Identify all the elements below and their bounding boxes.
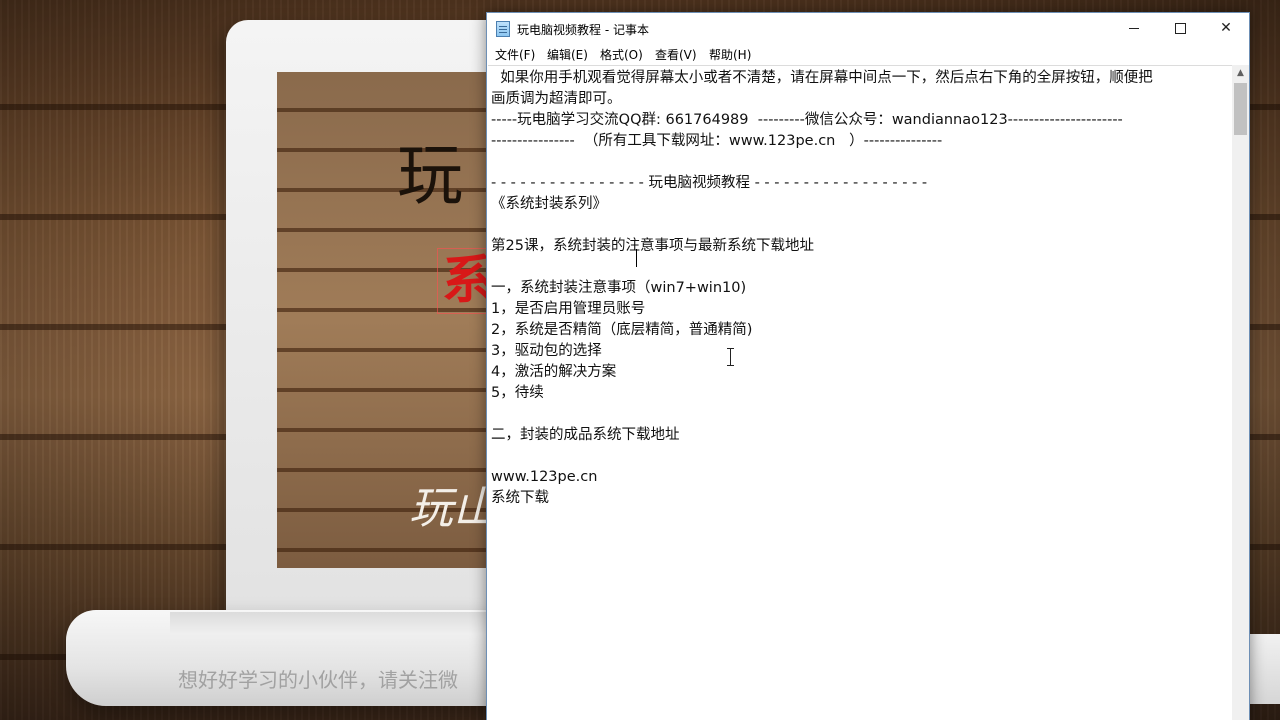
menu-file[interactable]: 文件(F) bbox=[495, 46, 535, 63]
text-caret bbox=[636, 249, 637, 267]
text-line: 4，激活的解决方案 bbox=[491, 364, 617, 380]
text-edit-area[interactable]: 如果你用手机观看觉得屏幕太小或者不清楚，请在屏幕中间点一下，然后点右下角的全屏按… bbox=[488, 65, 1232, 720]
menu-help[interactable]: 帮助(H) bbox=[709, 46, 751, 63]
window-title: 玩电脑视频教程 - 记事本 bbox=[517, 23, 649, 37]
text-line: 如果你用手机观看觉得屏幕太小或者不清楚，请在屏幕中间点一下，然后点右下角的全屏按… bbox=[491, 70, 1153, 86]
text-line: 一，系统封装注意事项（win7+win10) bbox=[491, 280, 747, 296]
text-line: 5，待续 bbox=[491, 385, 544, 401]
menu-view[interactable]: 查看(V) bbox=[655, 46, 697, 63]
laptop-screen-image: 玩 系 玩山 bbox=[277, 72, 497, 568]
menu-edit[interactable]: 编辑(E) bbox=[547, 46, 588, 63]
menu-bar: 文件(F) 编辑(E) 格式(O) 查看(V) 帮助(H) bbox=[487, 44, 1249, 65]
notepad-window: 玩电脑视频教程 - 记事本 ✕ 文件(F) 编辑(E) 格式(O) 查看(V) … bbox=[486, 12, 1250, 720]
minimize-button[interactable] bbox=[1111, 13, 1157, 44]
menu-format[interactable]: 格式(O) bbox=[600, 46, 643, 63]
mouse-ibeam-cursor-icon bbox=[726, 348, 735, 366]
title-bar[interactable]: 玩电脑视频教程 - 记事本 ✕ bbox=[487, 13, 1249, 44]
close-icon: ✕ bbox=[1220, 20, 1232, 36]
scrollbar-thumb[interactable] bbox=[1234, 83, 1247, 135]
text-line: 画质调为超清即可。 bbox=[491, 91, 622, 107]
text-line: -----玩电脑学习交流QQ群: 661764989 ---------微信公众… bbox=[491, 112, 1123, 128]
text-line: 第25课，系统封装的注意事项与最新系统下载地址 bbox=[491, 238, 814, 254]
minimize-icon bbox=[1129, 27, 1139, 29]
video-subtitle: 想好好学习的小伙伴，请关注微 bbox=[178, 668, 458, 692]
screen-white-glyph: 玩山 bbox=[409, 483, 497, 534]
notepad-icon bbox=[496, 21, 510, 37]
text-line: 系统下载 bbox=[491, 490, 549, 506]
maximize-icon bbox=[1174, 22, 1186, 34]
maximize-button[interactable] bbox=[1157, 13, 1203, 44]
text-line: 《系统封装系列》 bbox=[491, 196, 607, 212]
text-line: www.123pe.cn bbox=[491, 469, 598, 485]
text-line: - - - - - - - - - - - - - - - - 玩电脑视频教程 … bbox=[491, 175, 928, 191]
text-line: ---------------- （所有工具下载网址：www.123pe.cn … bbox=[491, 133, 943, 149]
screen-calligraphy-glyph: 玩 bbox=[397, 137, 463, 214]
vertical-scrollbar[interactable]: ▲ bbox=[1232, 65, 1249, 720]
text-line: 1，是否启用管理员账号 bbox=[491, 301, 646, 317]
laptop-base-edge bbox=[1248, 634, 1280, 704]
laptop-keyboard bbox=[170, 612, 490, 634]
close-button[interactable]: ✕ bbox=[1203, 13, 1249, 44]
text-line: 3，驱动包的选择 bbox=[491, 343, 602, 359]
scroll-up-arrow-icon[interactable]: ▲ bbox=[1232, 65, 1249, 82]
text-line: 二，封装的成品系统下载地址 bbox=[491, 427, 680, 443]
text-line: 2，系统是否精简（底层精简，普通精简) bbox=[491, 322, 753, 338]
